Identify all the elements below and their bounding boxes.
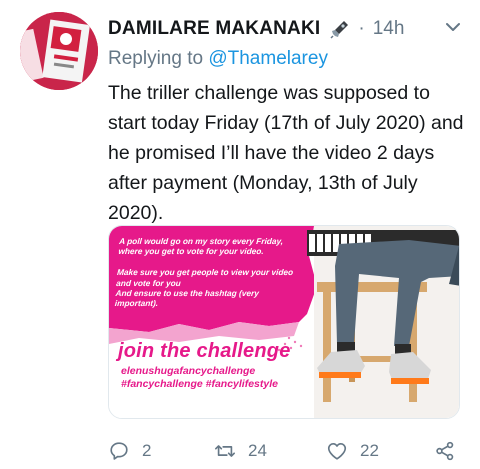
card-hashtag-line2: #fancychallenge #fancylifestyle <box>121 378 278 390</box>
retweet-count: 24 <box>248 441 267 460</box>
media-image-card[interactable]: A poll would go on my story every Friday… <box>108 225 460 419</box>
retweet-icon <box>215 445 235 457</box>
reply-handle-link[interactable]: @Thamelarey <box>208 48 328 69</box>
avatar-image <box>20 12 98 90</box>
tweet-header: DAMILARE MAKANAKI · 14h <box>108 14 404 44</box>
card-hashtag-line1: elenushugafancychallenge <box>121 365 256 377</box>
share-icon <box>436 441 454 461</box>
replying-prefix: Replying to <box>108 48 209 69</box>
retweet-button[interactable]: 24 <box>214 440 267 462</box>
card-headline: join the challenge <box>118 340 291 362</box>
reply-icon <box>110 442 128 460</box>
replying-to: Replying to @Thamelarey <box>108 48 328 70</box>
tweet-timestamp[interactable]: 14h <box>373 18 405 40</box>
author-avatar[interactable] <box>20 12 98 90</box>
like-count: 22 <box>360 441 379 460</box>
author-name[interactable]: DAMILARE MAKANAKI <box>108 18 320 40</box>
separator-dot: · <box>358 18 365 39</box>
tweet-action-bar: 2 24 22 <box>108 440 460 464</box>
reply-button[interactable]: 2 <box>108 440 151 462</box>
like-button[interactable]: 22 <box>326 440 379 462</box>
rocket-icon <box>330 19 350 39</box>
card-info-text: A poll would go on my story every Friday… <box>114 236 294 309</box>
tweet-text: The triller challenge was supposed to st… <box>108 82 464 224</box>
like-icon <box>327 443 347 460</box>
reply-count: 2 <box>142 441 152 460</box>
chevron-down-icon[interactable] <box>446 22 460 32</box>
share-button[interactable] <box>434 440 456 462</box>
